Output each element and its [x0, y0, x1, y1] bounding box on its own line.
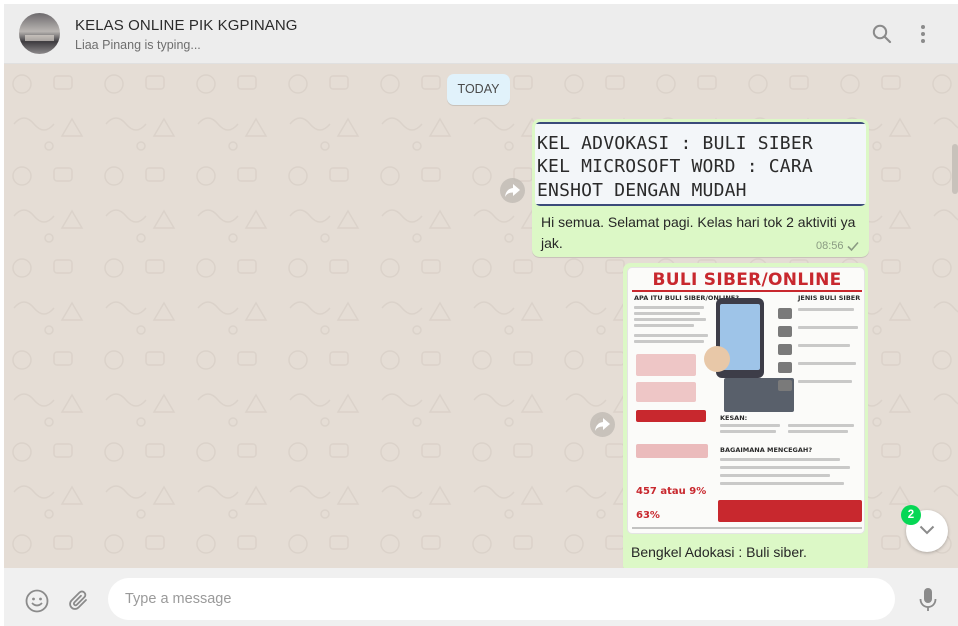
type-icon-graphic: [778, 326, 792, 337]
poster-text: [634, 340, 704, 343]
type-icon-graphic: [778, 308, 792, 319]
poster-divider: [632, 290, 862, 292]
typing-status: Liaa Pinang is typing...: [75, 38, 201, 52]
poster-footer-banner: [718, 500, 862, 522]
poster-text: [720, 424, 780, 427]
forward-icon[interactable]: [500, 178, 525, 203]
poster-text: [798, 362, 856, 365]
scrollbar[interactable]: [952, 144, 958, 194]
poster-text: [720, 466, 850, 469]
message-input-container[interactable]: [108, 578, 895, 620]
poster-text: [634, 306, 704, 309]
poster-text: [798, 380, 852, 383]
message-input[interactable]: [125, 578, 885, 620]
chat-header: KELAS ONLINE PIK KGPINANG Liaa Pinang is…: [4, 4, 958, 64]
attach-icon[interactable]: [67, 589, 91, 618]
poster-heading-types: JENIS BULI SIBER: [798, 294, 861, 302]
poster-text: [720, 458, 840, 461]
poster-stat-count: 457 atau 9%: [636, 486, 707, 497]
outgoing-message[interactable]: KEL ADVOKASI : BULI SIBER KEL MICROSOFT …: [532, 119, 869, 257]
poster-text: [788, 424, 854, 427]
social-icons-graphic: [636, 410, 706, 422]
quoted-line-2: KEL MICROSOFT WORD : CARA: [537, 156, 813, 177]
whatsapp-window: KELAS ONLINE PIK KGPINANG Liaa Pinang is…: [4, 4, 958, 626]
image-caption: Bengkel Adokasi : Buli siber.: [631, 544, 807, 560]
quote-border-top: [535, 122, 866, 124]
quoted-line-3: ENSHOT DENGAN MUDAH: [537, 180, 747, 201]
poster-text: [634, 312, 700, 315]
hand-graphic: [704, 346, 730, 372]
type-icon-graphic: [778, 362, 792, 373]
poster-stat-percent: 63%: [636, 510, 660, 521]
unread-count-badge: 2: [901, 505, 921, 525]
single-tick-icon: [847, 241, 859, 252]
poster-text: [720, 430, 776, 433]
stat-figures-graphic: [636, 354, 696, 376]
poster-heading-effects: KESAN:: [720, 414, 748, 422]
type-icon-graphic: [778, 344, 792, 355]
compose-bar: [4, 568, 958, 626]
poster-heading-prevent: BAGAIMANA MENCEGAH?: [720, 446, 813, 454]
poster-text: [798, 326, 858, 329]
poster-text: [634, 318, 706, 321]
quoted-line-1: KEL ADVOKASI : BULI SIBER: [537, 133, 813, 154]
poster-text: [634, 324, 694, 327]
message-time: 08:56: [816, 240, 844, 252]
poster-text: [720, 482, 844, 485]
poster-text: [798, 344, 850, 347]
message-pane[interactable]: TODAY KEL ADVOKASI : BULI SIBER KEL MICR…: [4, 64, 958, 568]
chevron-down-icon: [919, 525, 935, 535]
stat-figures-graphic: [636, 382, 696, 402]
forward-icon[interactable]: [590, 412, 615, 437]
quoted-image-preview[interactable]: KEL ADVOKASI : BULI SIBER KEL MICROSOFT …: [535, 122, 866, 206]
quote-border-bottom: [535, 204, 866, 206]
poster-text: [720, 474, 830, 477]
poster-text: [798, 308, 854, 311]
emoji-icon[interactable]: [25, 589, 49, 618]
message-text: Hi semua. Selamat pagi. Kelas hari tok 2…: [541, 214, 856, 251]
search-icon[interactable]: [870, 22, 894, 46]
menu-icon[interactable]: [911, 22, 935, 46]
mic-icon[interactable]: [917, 587, 939, 618]
poster-footer-line: [632, 527, 862, 529]
date-separator: TODAY: [447, 74, 510, 105]
group-avatar[interactable]: [19, 13, 60, 54]
chat-title[interactable]: KELAS ONLINE PIK KGPINANG: [75, 17, 298, 34]
poster-text: [634, 334, 708, 337]
stat-figures-graphic: [636, 444, 708, 458]
infographic-title: BULI SIBER/ONLINE: [652, 270, 842, 290]
poster-text: [788, 430, 848, 433]
type-icon-graphic: [778, 380, 792, 391]
outgoing-image-message[interactable]: BULI SIBER/ONLINE APA ITU BULI SIBER/ONL…: [623, 263, 868, 568]
infographic-image[interactable]: BULI SIBER/ONLINE APA ITU BULI SIBER/ONL…: [627, 267, 865, 534]
